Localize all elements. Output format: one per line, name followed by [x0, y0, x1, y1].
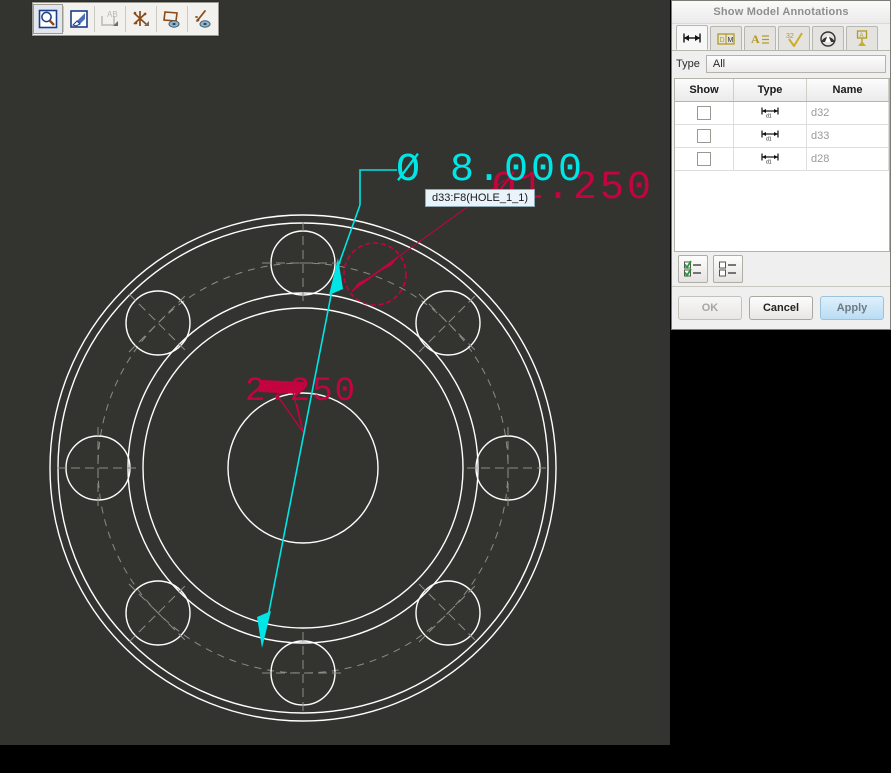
column-header-name[interactable]: Name [806, 79, 889, 102]
tab-datums[interactable]: A [846, 26, 878, 50]
row-show-cell[interactable] [675, 101, 734, 125]
table-tool-row[interactable] [672, 252, 890, 287]
flange-outline [49, 214, 557, 722]
annotation-display-icon: AB [101, 10, 118, 26]
row-name-cell: d32 [806, 101, 889, 125]
note-icon: D M [717, 32, 735, 45]
display-style-icon [195, 10, 211, 28]
selected-dimension-text: Ø 8.000 [396, 148, 585, 193]
apply-button[interactable]: Apply [820, 296, 884, 320]
svg-text:AB: AB [107, 10, 118, 19]
row-name-cell: d33 [806, 124, 889, 148]
annotations-table: Show Type Name d1 d32 d1 d33 d1 d28 [675, 79, 889, 171]
show-model-annotations-dialog[interactable]: Show Model Annotations D M A 32 A Type A… [671, 0, 891, 330]
row-type-cell: d1 [733, 147, 807, 171]
annotations-table-body: d1 d32 d1 d33 d1 d28 [675, 101, 889, 171]
table-header-row: Show Type Name [675, 79, 889, 102]
tab-notes[interactable]: D M [710, 26, 742, 50]
type-filter-row[interactable]: Type All [672, 51, 890, 77]
column-header-show[interactable]: Show [675, 79, 734, 102]
tab-surface-finish[interactable]: 32 [778, 26, 810, 50]
unchecked-list-icon [719, 261, 736, 277]
row-show-cell[interactable] [675, 147, 734, 171]
column-header-type[interactable]: Type [733, 79, 807, 102]
display-style-button[interactable] [188, 4, 218, 34]
select-all-button[interactable] [678, 255, 708, 283]
zoom-in-button[interactable] [33, 4, 63, 34]
deselect-all-button[interactable] [713, 255, 743, 283]
cad-graphics-window[interactable]: 2.250 Ø1.250 Ø 8.000 d33:F8(HOLE_1_1) [0, 0, 670, 745]
dialog-tabstrip[interactable]: D M A 32 A [672, 24, 890, 51]
inner-dimension-group: 2.250 [245, 373, 355, 433]
svg-text:d1: d1 [766, 136, 772, 141]
dialog-titlebar: Show Model Annotations [672, 1, 890, 24]
table-row[interactable]: d1 d28 [675, 147, 889, 171]
repaint-icon [70, 10, 88, 28]
spin-center-button[interactable] [157, 4, 187, 34]
dimension-row-icon: d1 [761, 107, 779, 119]
repaint-button[interactable] [64, 4, 94, 34]
cancel-button[interactable]: Cancel [749, 296, 813, 320]
tab-geometric-tolerance[interactable] [812, 26, 844, 50]
datum-display-icon [133, 11, 149, 26]
spin-center-icon [163, 11, 180, 28]
table-row[interactable]: d1 d32 [675, 101, 889, 125]
svg-text:D: D [720, 37, 725, 44]
zoom-in-icon [38, 9, 58, 29]
annotation-display-button[interactable]: AB [95, 4, 125, 34]
svg-text:A: A [751, 32, 760, 46]
tab-text-annotations[interactable]: A [744, 26, 776, 50]
svg-text:d1: d1 [766, 159, 772, 164]
show-checkbox[interactable] [697, 129, 711, 143]
row-name-cell: d28 [806, 147, 889, 171]
annotations-table-wrap[interactable]: Show Type Name d1 d32 d1 d33 d1 d28 [674, 78, 890, 252]
ok-button[interactable]: OK [678, 296, 742, 320]
show-checkbox[interactable] [697, 152, 711, 166]
flange-drawing[interactable]: 2.250 Ø1.250 Ø 8.000 [0, 0, 670, 745]
tab-dimensions[interactable] [676, 25, 708, 50]
datum-display-button[interactable] [126, 4, 156, 34]
checked-list-icon [684, 260, 701, 278]
dimension-icon [683, 33, 701, 42]
row-type-cell: d1 [733, 101, 807, 125]
type-combo-value: All [712, 58, 726, 70]
row-type-cell: d1 [733, 124, 807, 148]
svg-text:d1: d1 [766, 113, 772, 118]
dimension-row-icon: d1 [761, 153, 779, 165]
svg-text:M: M [728, 37, 734, 44]
dimension-row-icon: d1 [761, 130, 779, 142]
gtol-icon [820, 30, 836, 47]
dimension-tooltip: d33:F8(HOLE_1_1) [425, 189, 535, 207]
view-toolbar[interactable]: AB [32, 2, 219, 36]
type-label: Type [676, 58, 700, 70]
datum-icon: A [856, 29, 868, 46]
type-combo[interactable]: All [705, 55, 886, 73]
surface-finish-icon: 32 [786, 31, 803, 47]
show-checkbox[interactable] [697, 106, 711, 120]
dialog-button-row[interactable]: OK Cancel Apply [672, 287, 890, 329]
row-show-cell[interactable] [675, 124, 734, 148]
text-annotation-icon: A [751, 32, 769, 46]
dialog-title: Show Model Annotations [713, 6, 849, 18]
hole-centerlines [57, 222, 549, 714]
table-row[interactable]: d1 d33 [675, 124, 889, 148]
